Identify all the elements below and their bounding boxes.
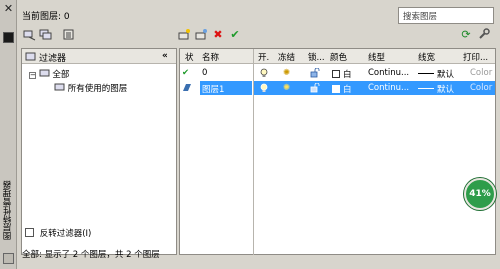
column-freeze[interactable]: 冻结	[278, 51, 295, 63]
pin-icon[interactable]	[3, 32, 14, 43]
layer-plot-style[interactable]: Color	[470, 68, 492, 78]
layer-color[interactable]: 白	[332, 83, 352, 95]
current-layer-label: 当前图层: 0	[22, 12, 70, 22]
lineweight-sample	[418, 73, 434, 74]
collapse-icon[interactable]: «	[162, 51, 168, 61]
layer-plot-style[interactable]: Color	[470, 83, 492, 93]
column-linetype[interactable]: 线型	[368, 51, 385, 63]
layer-list: 状 名称 开. 冻结 锁... 颜色 线型 线宽 打印... ✔ 0 ✺ 白 C…	[179, 48, 496, 255]
layer-linetype[interactable]: Continu...	[368, 68, 409, 78]
settings-icon[interactable]	[477, 27, 491, 41]
layer-lineweight[interactable]: 默认	[418, 83, 454, 95]
color-swatch	[332, 85, 340, 93]
layer-row[interactable]: ✔ 0 ✺ 白 Continu... 默认 Color	[180, 66, 495, 80]
layer-list-header: 状 名称 开. 冻结 锁... 颜色 线型 线宽 打印...	[180, 49, 495, 64]
filter-icon	[25, 51, 36, 65]
color-name: 白	[343, 85, 352, 95]
column-name[interactable]: 名称	[202, 51, 219, 63]
new-layer-icon[interactable]	[177, 27, 191, 41]
invert-filter-row[interactable]: 反转过滤器(I)	[22, 225, 176, 239]
unlock-icon[interactable]	[310, 67, 320, 81]
invert-filter-label: 反转过滤器(I)	[39, 229, 92, 239]
column-status[interactable]: 状	[185, 51, 194, 63]
status-bar-text: 全部: 显示了 2 个图层，共 2 个图层	[22, 250, 160, 260]
filter-header-label: 过滤器	[39, 54, 67, 64]
bulb-icon[interactable]	[260, 83, 268, 96]
delete-layer-icon[interactable]: ✖	[211, 27, 225, 41]
tree-item-label: 全部	[52, 70, 70, 80]
column-on[interactable]: 开.	[258, 51, 269, 63]
layer-row-selected[interactable]: 图层1 ✺ 白 Continu... 默认 Color	[180, 81, 495, 95]
progress-badge: 41%	[464, 178, 496, 210]
set-current-icon[interactable]: ✔	[228, 27, 242, 41]
lineweight-value: 默认	[437, 85, 455, 95]
filter-tree-pane: 过滤器 « − 全部 所有使用的图层 反转过滤器(I)	[21, 48, 177, 255]
palette-title: 图层特性管理器	[3, 180, 13, 240]
layer-name[interactable]: 图层1	[200, 81, 252, 95]
tree-item-label: 所有使用的图层	[67, 84, 128, 94]
layer-lineweight[interactable]: 默认	[418, 68, 454, 80]
layer-linetype[interactable]: Continu...	[368, 83, 409, 93]
layer-name[interactable]: 0	[202, 68, 207, 78]
refresh-icon[interactable]: ⟳	[459, 27, 473, 41]
column-lock[interactable]: 锁...	[308, 51, 325, 63]
close-icon[interactable]: ✕	[3, 3, 14, 14]
lineweight-value: 默认	[437, 70, 455, 80]
properties-icon[interactable]	[3, 253, 14, 264]
column-color[interactable]: 颜色	[330, 51, 347, 63]
group-filter-icon[interactable]	[38, 27, 52, 41]
layer-color[interactable]: 白	[332, 68, 352, 80]
sun-icon[interactable]: ✺	[283, 83, 290, 93]
color-name: 白	[343, 70, 352, 80]
new-layer-frozen-icon[interactable]	[194, 27, 208, 41]
column-plot-style[interactable]: 打印...	[463, 51, 488, 63]
layer-states-icon[interactable]	[61, 27, 75, 41]
lineweight-sample	[418, 88, 434, 89]
new-filter-icon[interactable]	[22, 27, 36, 41]
column-divider	[253, 49, 254, 255]
filter-item-icon	[54, 83, 65, 91]
layer-group-icon	[39, 69, 50, 77]
current-layer-icon: ✔	[182, 68, 190, 78]
color-swatch	[332, 70, 340, 78]
invert-filter-checkbox[interactable]	[25, 228, 34, 237]
search-input[interactable]: 搜索图层	[398, 7, 494, 24]
filter-tree-header: 过滤器 «	[22, 49, 176, 64]
tree-collapse-icon[interactable]: −	[29, 72, 36, 79]
tree-item-used-layers[interactable]: 所有使用的图层	[54, 82, 127, 94]
sun-icon[interactable]: ✺	[283, 68, 290, 78]
tree-item-all[interactable]: − 全部	[29, 68, 69, 80]
unlock-icon[interactable]	[310, 82, 320, 96]
bulb-icon[interactable]	[260, 68, 268, 81]
side-palette-bar: ✕ 图层特性管理器	[0, 0, 17, 269]
column-lineweight[interactable]: 线宽	[418, 51, 435, 63]
layer-status-icon	[182, 83, 192, 95]
